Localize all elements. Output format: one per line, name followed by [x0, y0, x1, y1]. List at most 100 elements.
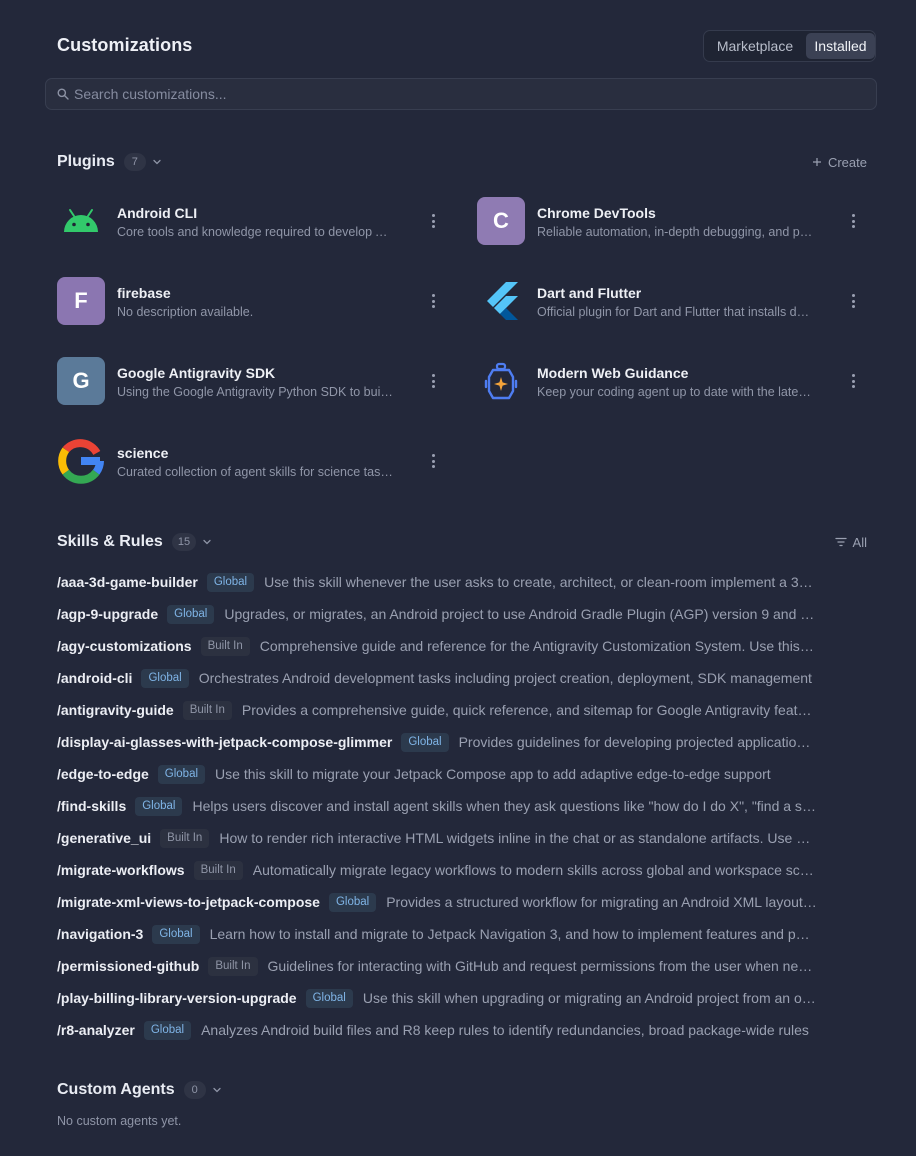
- plugin-card-chrome-devtools[interactable]: C Chrome DevTools Reliable automation, i…: [477, 196, 863, 246]
- chevron-down-icon: [203, 539, 211, 545]
- more-options-icon[interactable]: [843, 290, 863, 312]
- filter-label: All: [852, 534, 867, 550]
- skill-name: /permissioned-github: [57, 958, 200, 974]
- plugin-description: Curated collection of agent skills for s…: [117, 465, 395, 479]
- letter-f-icon: F: [57, 277, 105, 325]
- skill-description: Upgrades, or migrates, an Android projec…: [224, 606, 817, 622]
- agents-collapse-toggle[interactable]: [212, 1085, 222, 1095]
- header: Customizations Marketplace Installed: [57, 30, 876, 62]
- skill-row[interactable]: /migrate-workflows Built In Automatically …: [57, 854, 817, 886]
- skill-scope-badge: Global: [152, 924, 200, 944]
- skill-scope-badge: Built In: [200, 636, 250, 656]
- skill-scope-badge: Global: [141, 668, 189, 688]
- skill-name: /migrate-xml-views-to-jetpack-compose: [57, 894, 320, 910]
- skill-description: Provides a structured workflow for migra…: [386, 894, 817, 910]
- more-options-icon[interactable]: [423, 370, 443, 392]
- more-options-icon[interactable]: [423, 290, 443, 312]
- plugin-description: Keep your coding agent up to date with t…: [537, 385, 815, 399]
- plugins-collapse-toggle[interactable]: [152, 157, 162, 167]
- skill-row[interactable]: /r8-analyzer Global Analyzes Android build…: [57, 1014, 817, 1046]
- skill-row[interactable]: /generative_ui Built In How to render rich…: [57, 822, 817, 854]
- plugins-title: Plugins: [57, 153, 115, 170]
- agents-count: 0: [183, 1081, 206, 1099]
- skill-name: /antigravity-guide: [57, 702, 174, 718]
- skill-description: Use this skill to migrate your Jetpack C…: [215, 766, 771, 782]
- skill-row[interactable]: /display-ai-glasses-with-jetpack-compose…: [57, 726, 817, 758]
- letter-g-icon: G: [57, 357, 105, 405]
- skill-scope-badge: Built In: [193, 860, 243, 880]
- skill-name: /display-ai-glasses-with-jetpack-compose…: [57, 734, 393, 750]
- skill-name: /play-billing-library-version-upgrade: [57, 990, 297, 1006]
- skill-scope-badge: Global: [135, 796, 183, 816]
- letter-c-icon: C: [477, 197, 525, 245]
- create-label: Create: [827, 154, 867, 170]
- skill-row[interactable]: /navigation-3 Global Learn how to install …: [57, 918, 817, 950]
- skill-row[interactable]: /agp-9-upgrade Global Upgrades, or migrate…: [57, 598, 817, 630]
- skill-description: Use this skill whenever the user asks to…: [264, 574, 817, 590]
- skill-description: Use this skill when upgrading or migrati…: [362, 990, 817, 1006]
- skills-collapse-toggle[interactable]: [202, 537, 212, 547]
- skill-description: Analyzes Android build files and R8 keep…: [201, 1022, 809, 1038]
- skill-description: Automatically migrate legacy workflows t…: [252, 862, 817, 878]
- plugins-header: Plugins 7 Create: [57, 150, 867, 174]
- skill-scope-badge: Built In: [208, 956, 258, 976]
- more-options-icon[interactable]: [843, 370, 863, 392]
- skills-title: Skills & Rules: [57, 533, 163, 550]
- skill-description: How to render rich interactive HTML widg…: [219, 830, 817, 846]
- skill-description: Provides a comprehensive guide, quick re…: [241, 702, 817, 718]
- skill-scope-badge: Global: [206, 572, 255, 592]
- search-input[interactable]: [74, 79, 854, 109]
- skill-description: Orchestrates Android development tasks i…: [198, 670, 812, 686]
- search-icon: [57, 88, 69, 100]
- plugin-card-antigravity-sdk[interactable]: G Google Antigravity SDK Using the Googl…: [57, 356, 443, 406]
- skill-row[interactable]: /permissioned-github Built In Guidelines f…: [57, 950, 817, 982]
- skill-description: Guidelines for interacting with GitHub a…: [267, 958, 817, 974]
- skill-row[interactable]: /migrate-xml-views-to-jetpack-compose Glo…: [57, 886, 817, 918]
- skill-row[interactable]: /android-cli Global Orchestrates Android d…: [57, 662, 817, 694]
- skill-row[interactable]: /find-skills Global Helps users discover a…: [57, 790, 817, 822]
- google-icon: [57, 437, 105, 485]
- skill-row[interactable]: /agy-customizations Built In Comprehensive…: [57, 630, 817, 662]
- flutter-icon: [477, 277, 525, 325]
- agents-empty-message: No custom agents yet.: [57, 1114, 182, 1128]
- plugin-card-android-cli[interactable]: Android CLI Core tools and knowledge req…: [57, 196, 443, 246]
- skills-filter-button[interactable]: All: [834, 534, 867, 550]
- tab-installed[interactable]: Installed: [806, 33, 875, 59]
- plugin-name: Chrome DevTools: [537, 205, 656, 221]
- plugin-card-firebase[interactable]: F firebase No description available.: [57, 276, 443, 326]
- plugin-card-dart-flutter[interactable]: Dart and Flutter Official plugin for Dar…: [477, 276, 863, 326]
- tab-marketplace[interactable]: Marketplace: [706, 33, 804, 59]
- agents-header: Custom Agents 0: [57, 1078, 867, 1102]
- view-toggle: Marketplace Installed: [703, 30, 876, 62]
- chevron-down-icon: [153, 159, 161, 165]
- skill-name: /aaa-3d-game-builder: [57, 574, 198, 590]
- skills-count: 15: [171, 533, 197, 551]
- plugin-description: Core tools and knowledge required to dev…: [117, 225, 395, 239]
- skill-name: /generative_ui: [57, 830, 152, 846]
- skill-description: Comprehensive guide and reference for th…: [259, 638, 817, 654]
- plugin-description: No description available.: [117, 305, 254, 319]
- plus-icon: [812, 158, 821, 166]
- skill-row[interactable]: /edge-to-edge Global Use this skill to mig…: [57, 758, 817, 790]
- skill-row[interactable]: /play-billing-library-version-upgrade Glo…: [57, 982, 817, 1014]
- agents-title: Custom Agents: [57, 1081, 175, 1098]
- plugin-name: Google Antigravity SDK: [117, 365, 276, 381]
- skill-scope-badge: Global: [143, 1020, 192, 1040]
- more-options-icon[interactable]: [423, 450, 443, 472]
- create-plugin-button[interactable]: Create: [812, 155, 867, 170]
- more-options-icon[interactable]: [423, 210, 443, 232]
- plugin-card-modern-web-guidance[interactable]: Modern Web Guidance Keep your coding age…: [477, 356, 863, 406]
- skill-name: /android-cli: [57, 670, 133, 686]
- customizations-page: Customizations Marketplace Installed Plu…: [0, 0, 916, 1156]
- plugin-card-science[interactable]: science Curated collection of agent skil…: [57, 436, 443, 486]
- skill-name: /r8-analyzer: [57, 1022, 135, 1038]
- skill-row[interactable]: /aaa-3d-game-builder Global Use this skill…: [57, 566, 817, 598]
- plugins-count: 7: [123, 153, 146, 171]
- skills-header: Skills & Rules 15 All: [57, 530, 867, 554]
- skills-list: /aaa-3d-game-builder Global Use this skill…: [57, 566, 817, 1046]
- skill-row[interactable]: /antigravity-guide Built In Provides a com…: [57, 694, 817, 726]
- plugin-name: science: [117, 445, 169, 461]
- skill-scope-badge: Global: [401, 732, 449, 752]
- more-options-icon[interactable]: [843, 210, 863, 232]
- skill-description: Provides guidelines for developing proje…: [458, 734, 817, 750]
